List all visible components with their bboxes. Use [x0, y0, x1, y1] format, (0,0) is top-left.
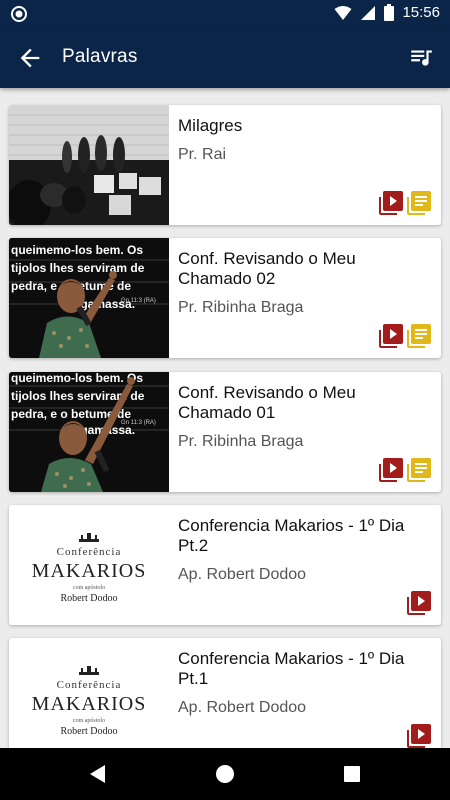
conference-subtitle: Conferência — [57, 546, 122, 558]
item-speaker: Pr. Ribinha Braga — [178, 299, 304, 316]
text-icon[interactable] — [407, 191, 431, 215]
nav-home-icon[interactable] — [213, 762, 237, 786]
video-icon[interactable] — [379, 324, 403, 348]
sermon-list: Milagres Pr. Rai queimemo-los bem. Os ti… — [0, 88, 450, 748]
nav-back-icon[interactable] — [86, 762, 110, 786]
battery-icon — [384, 4, 395, 21]
system-nav-bar — [0, 748, 450, 800]
list-item[interactable]: Conferência MAKARIOS com apóstolo Robert… — [9, 505, 441, 625]
nav-recents-icon[interactable] — [340, 762, 364, 786]
thumbnail-image: Conferência MAKARIOS com apóstolo Robert… — [9, 505, 169, 625]
conference-with: com apóstolo — [73, 585, 105, 591]
conference-with: com apóstolo — [73, 718, 105, 724]
list-item[interactable]: Conferência MAKARIOS com apóstolo Robert… — [9, 638, 441, 748]
text-icon[interactable] — [407, 458, 431, 482]
conference-name: MAKARIOS — [32, 693, 147, 715]
item-speaker: Pr. Ribinha Braga — [178, 433, 304, 450]
text-icon[interactable] — [407, 324, 431, 348]
slide-text-line: queimemo-los bem. Os — [11, 372, 143, 385]
page-title: Palavras — [62, 46, 138, 67]
video-icon[interactable] — [407, 724, 431, 748]
list-item[interactable]: queimemo-los bem. Os tijolos lhes servir… — [9, 372, 441, 492]
conference-subtitle: Conferência — [57, 679, 122, 691]
clock: 15:56 — [402, 4, 440, 21]
notification-ring-icon — [10, 5, 28, 23]
thumbnail-image: queimemo-los bem. Os tijolos lhes servir… — [9, 372, 169, 492]
item-title: Conferencia Makarios - 1º Dia Pt.1 — [178, 649, 405, 688]
queue-music-icon[interactable] — [408, 44, 436, 72]
signal-icon — [360, 5, 376, 21]
item-title: Conf. Revisando o Meu Chamado 01 — [178, 383, 356, 422]
status-bar: 15:56 — [0, 0, 450, 28]
thumbnail-image — [9, 105, 169, 225]
item-title: Conferencia Makarios - 1º Dia Pt.2 — [178, 516, 405, 555]
conference-name: MAKARIOS — [32, 560, 147, 582]
slide-ref: Gn 11:3 (RA) — [121, 298, 156, 304]
app-bar: Palavras — [0, 28, 450, 88]
item-speaker: Pr. Rai — [178, 146, 227, 163]
wifi-icon — [334, 5, 352, 21]
thumbnail-image: queimemo-los bem. Os tijolos lhes servir… — [9, 238, 169, 358]
conference-speaker: Robert Dodoo — [61, 593, 118, 604]
thumbnail-image: Conferência MAKARIOS com apóstolo Robert… — [9, 638, 169, 748]
video-icon[interactable] — [407, 591, 431, 615]
slide-text-line: tijolos lhes serviram de — [11, 261, 145, 275]
item-speaker: Ap. Robert Dodoo — [178, 699, 307, 716]
item-title: Conf. Revisando o Meu Chamado 02 — [178, 249, 356, 288]
arrow-back-icon[interactable] — [16, 44, 44, 72]
slide-ref: Gn 11:3 (RA) — [121, 420, 156, 426]
list-item[interactable]: Milagres Pr. Rai — [9, 105, 441, 225]
slide-text-line: queimemo-los bem. Os — [11, 243, 143, 257]
video-icon[interactable] — [379, 458, 403, 482]
list-item[interactable]: queimemo-los bem. Os tijolos lhes servir… — [9, 238, 441, 358]
video-icon[interactable] — [379, 191, 403, 215]
conference-speaker: Robert Dodoo — [61, 726, 118, 737]
item-title: Milagres — [178, 116, 243, 135]
item-speaker: Ap. Robert Dodoo — [178, 566, 307, 583]
